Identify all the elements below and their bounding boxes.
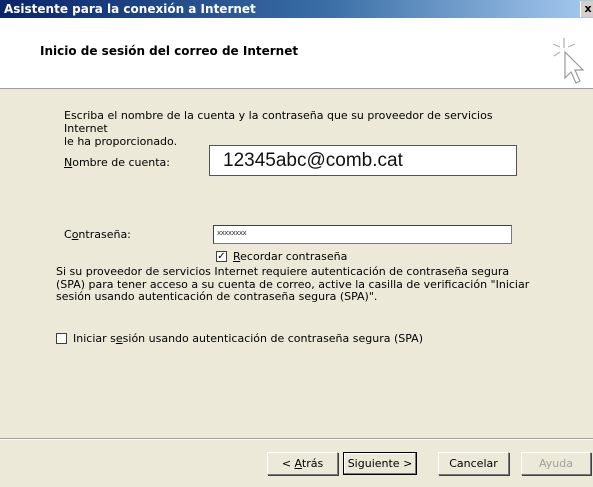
spa-description: Si su proveedor de servicios Internet re… bbox=[56, 265, 556, 304]
spa-description-line: sesión usando autenticación de contraseñ… bbox=[56, 290, 378, 303]
remember-password-checkbox[interactable]: ✓ bbox=[216, 251, 227, 262]
account-name-input[interactable]: 12345abc@comb.cat bbox=[209, 145, 517, 176]
remember-password-label[interactable]: Recordar contraseña bbox=[233, 250, 347, 263]
cursor-sparkle-icon bbox=[552, 38, 585, 84]
title-bar[interactable]: Asistente para la conexión a Internet x bbox=[0, 0, 593, 18]
help-button[interactable]: Ayuda bbox=[521, 452, 591, 475]
spa-description-line: Si su proveedor de servicios Internet re… bbox=[56, 265, 510, 278]
spa-checkbox-label[interactable]: Iniciar sesión usando autenticación de c… bbox=[73, 332, 423, 345]
instructions-text: Escriba el nombre de la cuenta y la cont… bbox=[64, 109, 534, 148]
password-label: Contraseña: bbox=[64, 228, 131, 241]
back-button[interactable]: < Atrás bbox=[267, 452, 338, 475]
next-button[interactable]: Siguiente > bbox=[343, 452, 417, 475]
instructions-line: Escriba el nombre de la cuenta y la cont… bbox=[64, 109, 493, 135]
account-name-label: Nombre de cuenta: bbox=[64, 156, 170, 169]
wizard-window: Asistente para la conexión a Internet x … bbox=[0, 0, 593, 487]
checkmark-icon: ✓ bbox=[217, 251, 226, 262]
page-title: Inicio de sesión del correo de Internet bbox=[40, 44, 299, 58]
password-input[interactable]: xxxxxxxx bbox=[213, 225, 512, 244]
spa-checkbox[interactable] bbox=[56, 333, 67, 344]
window-title: Asistente para la conexión a Internet bbox=[4, 2, 256, 16]
wizard-body: Escriba el nombre de la cuenta y la cont… bbox=[0, 89, 593, 438]
close-button[interactable]: x bbox=[580, 1, 593, 17]
cancel-button[interactable]: Cancelar bbox=[438, 452, 509, 475]
footer-divider bbox=[0, 438, 593, 440]
wizard-header: Inicio de sesión del correo de Internet bbox=[0, 18, 593, 89]
